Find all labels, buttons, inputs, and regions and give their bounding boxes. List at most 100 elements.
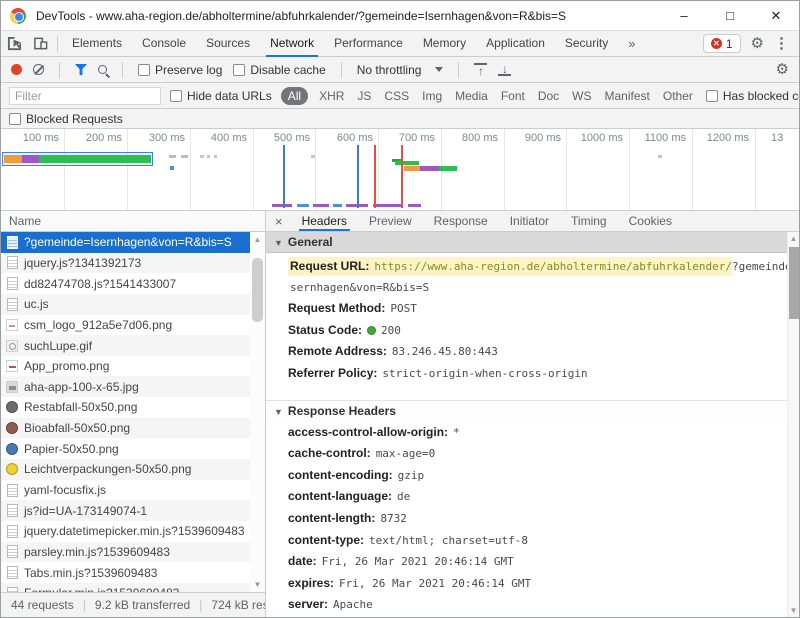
waterfall-bar [395,161,419,165]
settings-gear-icon[interactable]: ⚙ [751,36,764,51]
resource-type-filter[interactable]: WS [570,87,593,105]
resource-type-filter[interactable]: Img [420,87,444,105]
preserve-log-checkbox[interactable] [138,64,150,76]
has-blocked-cookies-option[interactable]: Has blocked cookies [706,89,800,103]
name-column-header[interactable]: Name [1,211,265,232]
maximize-button[interactable]: □ [707,8,753,23]
detail-tab[interactable]: Headers [291,211,358,231]
request-row[interactable]: Restabfall-50x50.png [1,397,250,418]
detail-tab[interactable]: Response [423,211,499,231]
request-row[interactable]: suchLupe.gif [1,335,250,356]
request-row[interactable]: ?gemeinde=Isernhagen&von=R&bis=S [1,232,250,253]
request-row[interactable]: Bioabfall-50x50.png [1,418,250,439]
scrollbar-thumb[interactable] [789,247,799,319]
console-error-badge[interactable]: ✕ 1 [703,34,741,53]
scroll-up-icon[interactable]: ▲ [788,234,799,243]
request-row[interactable]: Leichtverpackungen-50x50.png [1,459,250,480]
inspect-element-icon[interactable] [1,32,27,56]
request-name: jquery.datetimepicker.min.js?1539609483 [24,524,245,538]
blocked-requests-option[interactable]: Blocked Requests [9,112,123,126]
request-row[interactable]: Tabs.min.js?1539609483 [1,562,250,583]
network-overview-timeline[interactable]: 100 ms200 ms300 ms400 ms500 ms600 ms700 … [1,129,799,211]
resource-type-filter[interactable]: Doc [536,87,561,105]
detail-tab[interactable]: Initiator [499,211,560,231]
close-button[interactable]: ✕ [753,8,799,24]
detail-tab[interactable]: Cookies [618,211,683,231]
divider [341,62,342,78]
request-row[interactable]: parsley.min.js?1539609483 [1,542,250,563]
scroll-down-icon[interactable]: ▼ [250,580,265,589]
request-url-link[interactable]: https://www.aha-region.de/abholtermine/a… [374,260,732,273]
resource-type-filter[interactable]: Other [661,87,695,105]
request-row[interactable]: jquery.js?1341392173 [1,253,250,274]
detail-tab[interactable]: Preview [358,211,423,231]
scrollbar-thumb[interactable] [252,258,263,322]
request-row[interactable]: yaml-focusfix.js [1,480,250,501]
request-row[interactable]: uc.js [1,294,250,315]
general-row-value: strict-origin-when-cross-origin [382,367,587,380]
timeline-ruler-label: 600 ms [337,132,376,144]
hide-data-urls-checkbox[interactable] [170,90,182,102]
device-toolbar-icon[interactable] [27,32,53,56]
scroll-down-icon[interactable]: ▼ [788,606,799,615]
clear-network-log-icon[interactable] [33,64,44,75]
resource-type-filter[interactable]: JS [355,87,373,105]
request-row[interactable]: Papier-50x50.png [1,438,250,459]
record-network-log-icon[interactable] [11,64,22,75]
blocked-requests-checkbox[interactable] [9,113,21,125]
panel-tab[interactable]: Sources [196,31,260,57]
resource-type-filter[interactable]: Font [499,87,527,105]
filter-funnel-icon[interactable] [75,64,87,75]
resource-type-filter[interactable]: Manifest [603,87,652,105]
request-row[interactable]: js?id=UA-173149074-1 [1,500,250,521]
request-row[interactable]: Formular.min.js?1539609483 [1,583,250,592]
scroll-up-icon[interactable]: ▲ [250,235,265,244]
panel-tab[interactable]: Console [132,31,196,57]
header-name: content-type: [288,533,364,547]
waterfall-bar [373,204,403,207]
more-panels-chevron[interactable]: » [618,36,645,51]
kebab-menu-icon[interactable]: ⋮ [774,36,789,51]
request-list-scrollbar[interactable]: ▲ ▼ [250,232,265,592]
panel-tab[interactable]: Memory [413,31,476,57]
resource-type-filter[interactable]: XHR [317,87,346,105]
disable-cache-option[interactable]: Disable cache [233,63,325,77]
response-headers-section-header[interactable]: ▼Response Headers [266,401,787,422]
panel-tab[interactable]: Elements [62,31,132,57]
details-scrollbar[interactable]: ▲ ▼ [787,232,799,617]
panel-tab-label: Memory [423,36,466,50]
panel-tab[interactable]: Performance [324,31,413,57]
request-name: Bioabfall-50x50.png [24,421,130,435]
waterfall-bar [439,166,457,171]
hide-data-urls-option[interactable]: Hide data URLs [170,89,272,103]
request-row[interactable]: jquery.datetimepicker.min.js?1539609483 [1,521,250,542]
detail-tab[interactable]: Timing [560,211,618,231]
filter-input[interactable] [9,87,161,105]
resource-type-filter[interactable]: All [281,87,308,105]
request-row[interactable]: aha-app-100-x-65.jpg [1,376,250,397]
network-settings-gear-icon[interactable]: ⚙ [776,62,789,77]
disable-cache-checkbox[interactable] [233,64,245,76]
import-har-icon[interactable]: ↑ [474,63,487,76]
request-row[interactable]: csm_logo_912a5e7d06.png [1,315,250,336]
request-row[interactable]: dd82474708.js?1541433007 [1,273,250,294]
general-section-header[interactable]: ▼General [266,232,787,253]
panel-tab[interactable]: Security [555,31,618,57]
resource-type-filter[interactable]: CSS [382,87,411,105]
header-value: text/html; charset=utf-8 [369,534,528,547]
search-icon[interactable] [98,65,107,74]
request-name: aha-app-100-x-65.jpg [24,380,139,394]
throttling-dropdown[interactable]: No throttling [357,63,444,77]
panel-tab[interactable]: Network [260,31,324,57]
minimize-button[interactable]: – [661,8,707,23]
panel-tab[interactable]: Application [476,31,555,57]
file-type-icon [7,566,18,579]
close-details-icon[interactable]: × [266,214,291,229]
resource-type-filter[interactable]: Media [453,87,490,105]
response-header-row: access-control-allow-origin:* [266,422,787,444]
export-har-icon[interactable]: ↓ [498,63,511,76]
request-row[interactable]: App_promo.png [1,356,250,377]
preserve-log-option[interactable]: Preserve log [138,63,222,77]
request-details-panel: × HeadersPreviewResponseInitiatorTimingC… [266,211,799,617]
has-blocked-cookies-checkbox[interactable] [706,90,718,102]
